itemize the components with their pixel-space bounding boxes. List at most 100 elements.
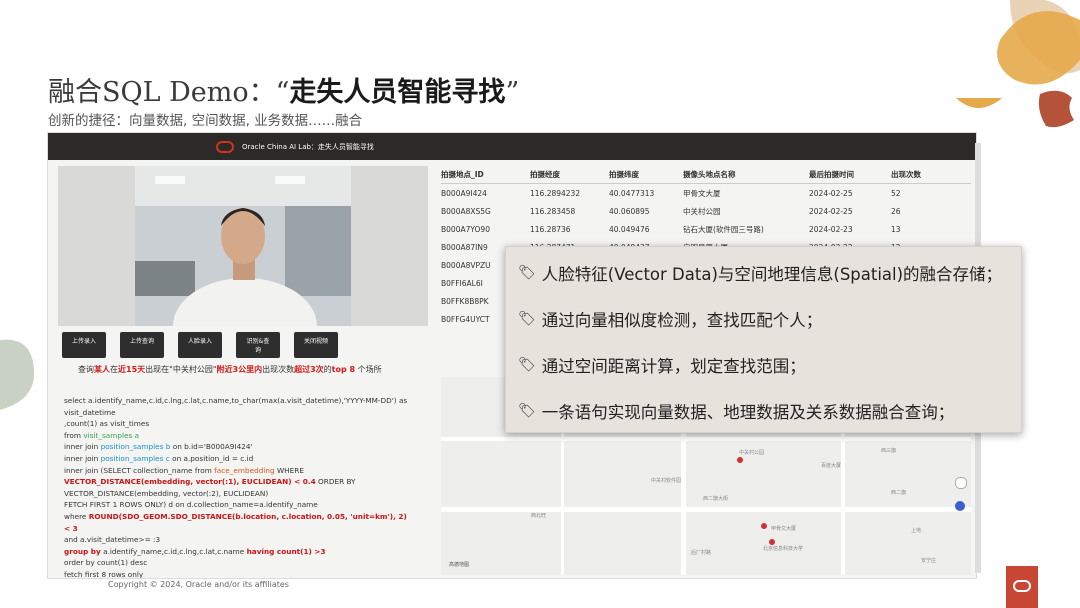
table-cell: 中关村公园 <box>683 206 721 216</box>
table-cell: B000A8XS5G <box>441 206 491 216</box>
camera-feed-image <box>135 166 351 326</box>
table-cell: 116.283458 <box>530 206 576 216</box>
table-cell: 2024-02-25 <box>809 206 853 216</box>
sql-text: a.identify_name,c.id,c.lng,c.lat,c.name <box>100 546 247 556</box>
sql-line: inner join position_samples c on a.posit… <box>64 453 414 465</box>
sql-table-name: position_samples b <box>100 442 171 452</box>
sql-line: FETCH FIRST 1 ROWS ONLY) d on d.collecti… <box>64 500 318 510</box>
sql-line: and a.visit_datetime>= :3 <box>64 535 161 545</box>
feature-bullet: 🏷 一条语句实现向量数据、地理数据及关系数据融合查询； <box>518 399 954 423</box>
map-marker[interactable] <box>761 523 767 529</box>
sql-text: on a.position_id = c.id <box>169 453 254 463</box>
column-header[interactable]: 出现次数 <box>891 169 951 180</box>
column-header[interactable]: 最后拍摄时间 <box>809 169 891 180</box>
sql-keyword: having count(1) >3 <box>246 546 326 556</box>
oracle-logo-icon <box>216 140 234 153</box>
query-text: 出现次数 <box>262 365 295 374</box>
feature-bullet: 🏷 通过向量相似度检测，查找匹配个人； <box>518 307 822 331</box>
face-enroll-button[interactable]: 人脸录入 <box>178 332 222 358</box>
title-prefix: 融合SQL Demo：“ <box>48 77 290 108</box>
map-label: 甲骨文大厦 <box>771 526 797 532</box>
query-highlight: 附近3公里内 <box>216 365 263 374</box>
map-marker[interactable] <box>737 457 743 463</box>
table-cell: 40.0477313 <box>609 188 655 198</box>
sql-line: from visit_samples a <box>64 430 414 442</box>
tag-icon: 🏷 <box>518 403 536 419</box>
query-highlight: top 8 <box>331 365 356 374</box>
query-text: 出现在"中关村公园" <box>145 365 217 374</box>
app-header: Oracle China AI Lab：走失人员智能寻找 <box>48 133 976 160</box>
map-label: 百度大厦 <box>821 463 842 469</box>
bullet-text: 通过空间距离计算，划定查找范围； <box>541 357 806 376</box>
table-cell: 40.060895 <box>609 206 650 216</box>
map-attribution: 高德地图 <box>449 562 470 568</box>
map-locate-icon[interactable] <box>955 501 965 511</box>
query-highlight: 某人 <box>94 365 110 374</box>
sql-line: select a.identify_name,c.id,c.lng,c.lat,… <box>64 396 408 417</box>
sql-table-name: visit_samples a <box>83 430 140 440</box>
table-row[interactable]: B000A9I424 116.2894232 40.0477313 甲骨文大厦 2024… <box>441 184 971 202</box>
table-cell: 52 <box>891 188 901 198</box>
sql-text: where <box>64 511 89 521</box>
column-header[interactable]: 摄像头地点名称 <box>683 169 809 180</box>
map-label: 西二旗 <box>891 490 907 496</box>
query-highlight: 超过3次 <box>294 365 324 374</box>
oracle-logo-icon <box>1006 566 1038 608</box>
table-cell: 13 <box>891 224 901 234</box>
sql-text: from <box>64 430 84 440</box>
table-cell: 26 <box>891 206 901 216</box>
bullet-text: 一条语句实现向量数据、地理数据及关系数据融合查询； <box>541 403 955 422</box>
feature-bullet: 🏷 通过空间距离计算，划定查找范围； <box>518 353 806 377</box>
query-text: 查询 <box>78 365 94 374</box>
action-button-row: 上传录入 上传查询 人脸录入 识别&查询 关闭视频 <box>62 332 338 358</box>
close-video-button[interactable]: 关闭视频 <box>294 332 338 358</box>
title-suffix: ” <box>505 77 520 108</box>
app-header-title: Oracle China AI Lab：走失人员智能寻找 <box>242 142 374 151</box>
sql-text: ORDER BY <box>315 477 356 487</box>
upload-query-button[interactable]: 上传查询 <box>120 332 164 358</box>
upload-enroll-button[interactable]: 上传录入 <box>62 332 106 358</box>
column-header[interactable]: 拍摄经度 <box>530 169 609 180</box>
bullet-text: 人脸特征(Vector Data)与空间地理信息(Spatial)的融合存储； <box>541 265 1003 284</box>
sql-line: where ROUND(SDO_GEOM.SDO_DISTANCE(b.loca… <box>64 511 414 534</box>
map-label: 西二旗大街 <box>703 496 729 502</box>
camera-feed-drawing <box>135 166 351 326</box>
sql-line: group by a.identify_name,c.id,c.lng,c.la… <box>64 546 414 558</box>
map-label: 中关村软件园 <box>651 478 682 484</box>
table-cell: 2024-02-25 <box>809 188 853 198</box>
column-header[interactable]: 拍摄地点_ID <box>441 169 530 180</box>
table-cell: 2024-02-23 <box>809 224 853 234</box>
sql-table-name: position_samples c <box>100 453 170 463</box>
slide-title: 融合SQL Demo：“走失人员智能寻找” <box>48 70 519 109</box>
sql-line: fetch first 8 rows only <box>64 569 144 579</box>
identify-query-button[interactable]: 识别&查询 <box>236 332 280 358</box>
map-label: 上地 <box>911 528 922 534</box>
query-description: 查询某人在近15天出现在"中关村公园"附近3公里内出现次数超过3次的top 8 … <box>78 364 382 375</box>
table-row[interactable]: B000A7YO90 116.28736 40.049476 钻石大厦(软件园三号路)… <box>441 220 971 238</box>
map-zoom-control[interactable] <box>955 477 967 489</box>
table-row[interactable]: B000A8XS5G 116.283458 40.060895 中关村公园 2024-0… <box>441 202 971 220</box>
sql-table-name: face_embedding <box>214 465 275 475</box>
table-cell: 40.049476 <box>609 224 650 234</box>
query-highlight: 近15天 <box>118 365 146 374</box>
table-cell: B000A9I424 <box>441 188 487 198</box>
query-text: 个场所 <box>357 365 382 374</box>
map-marker[interactable] <box>769 539 775 545</box>
map-label: 西三旗 <box>881 448 897 454</box>
sql-text: inner join (SELECT collection_name from <box>64 465 215 475</box>
map-label: 北京信息科技大学 <box>763 546 804 552</box>
sql-text: on b.id='B000A9I424' <box>170 442 253 452</box>
slide-subtitle: 创新的捷径：向量数据, 空间数据, 业务数据……融合 <box>48 113 363 129</box>
sql-text: inner join <box>64 453 101 463</box>
sql-keyword: VECTOR_DISTANCE(embedding, vector(:1), E… <box>64 477 316 487</box>
tag-icon: 🏷 <box>518 311 536 327</box>
sql-text: inner join <box>64 442 101 452</box>
table-cell: 116.2894232 <box>530 188 581 198</box>
column-header[interactable]: 拍摄纬度 <box>609 169 683 180</box>
tag-icon: 🏷 <box>518 357 536 373</box>
map-road <box>441 507 971 512</box>
map-label: 安宁庄 <box>921 558 937 564</box>
sql-statement: select a.identify_name,c.id,c.lng,c.lat,… <box>64 395 414 579</box>
table-cell: 钻石大厦(软件园三号路) <box>683 224 764 234</box>
deco-sage-blob <box>0 339 35 410</box>
